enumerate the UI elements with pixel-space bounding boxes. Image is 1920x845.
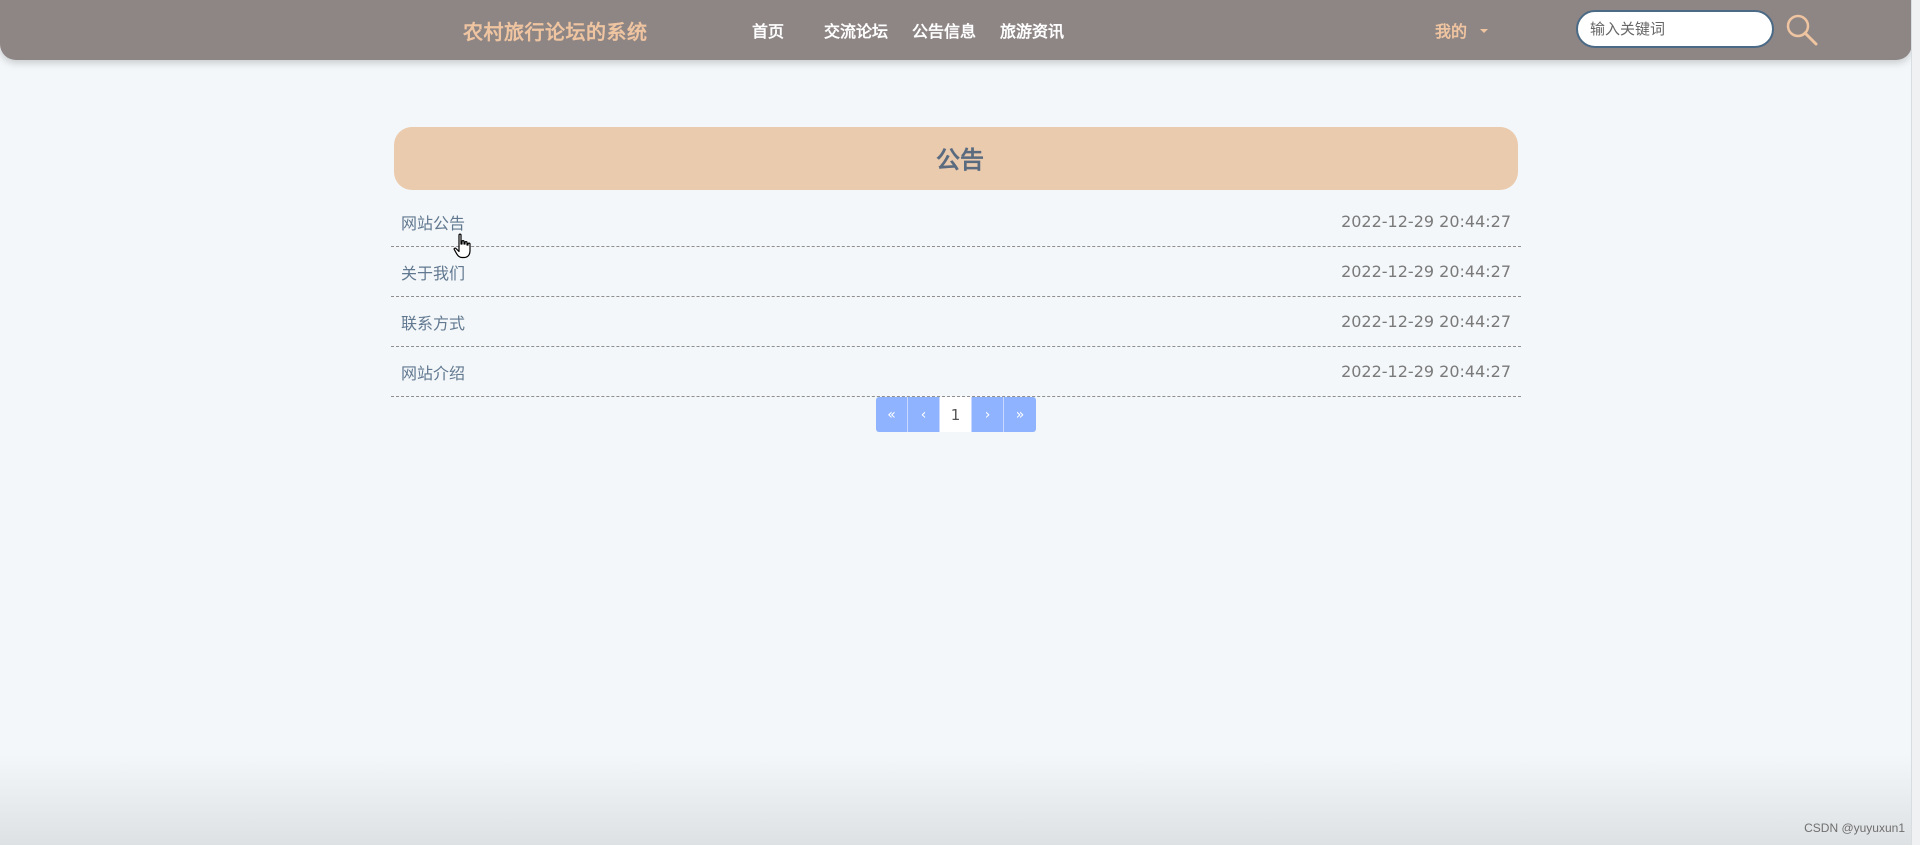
caret-down-icon	[1480, 29, 1489, 33]
notice-time: 2022-12-29 20:44:27	[1341, 362, 1511, 381]
main-nav: 首页 交流论坛 公告信息 旅游资讯	[752, 18, 1064, 42]
notice-title[interactable]: 联系方式	[401, 310, 465, 334]
notice-row[interactable]: 关于我们 2022-12-29 20:44:27	[391, 247, 1521, 297]
page-title: 公告	[936, 146, 984, 174]
notice-title[interactable]: 关于我们	[401, 260, 465, 284]
watermark: CSDN @yuyuxun1	[1804, 821, 1905, 835]
notice-row[interactable]: 网站公告 2022-12-29 20:44:27	[391, 197, 1521, 247]
hand-pointer-icon	[453, 233, 471, 259]
nav-travel-news[interactable]: 旅游资讯	[1000, 18, 1064, 42]
user-menu-label: 我的	[1435, 22, 1468, 41]
user-menu[interactable]: 我的	[1435, 18, 1489, 42]
notice-title[interactable]: 网站公告	[401, 210, 465, 234]
nav-announcements[interactable]: 公告信息	[912, 18, 976, 42]
notice-row[interactable]: 联系方式 2022-12-29 20:44:27	[391, 297, 1521, 347]
notice-time: 2022-12-29 20:44:27	[1341, 212, 1511, 231]
bottom-fade	[0, 755, 1920, 845]
current-page-button[interactable]: 1	[940, 397, 972, 432]
nav-home[interactable]: 首页	[752, 18, 784, 42]
pagination: « ‹ 1 › »	[876, 397, 1036, 432]
notice-list: 网站公告 2022-12-29 20:44:27 关于我们 2022-12-29…	[391, 197, 1521, 397]
search-input[interactable]	[1576, 10, 1774, 48]
notice-row[interactable]: 网站介绍 2022-12-29 20:44:27	[391, 347, 1521, 397]
notice-title[interactable]: 网站介绍	[401, 360, 465, 384]
first-page-button[interactable]: «	[876, 397, 908, 432]
notice-time: 2022-12-29 20:44:27	[1341, 312, 1511, 331]
last-page-button[interactable]: »	[1004, 397, 1036, 432]
top-navbar: 农村旅行论坛的系统 首页 交流论坛 公告信息 旅游资讯 我的	[0, 0, 1912, 60]
next-page-button[interactable]: ›	[972, 397, 1004, 432]
search-icon	[1786, 14, 1818, 46]
site-title[interactable]: 农村旅行论坛的系统	[463, 16, 648, 45]
window-edge	[1911, 0, 1920, 845]
search-button[interactable]	[1784, 12, 1820, 48]
notice-time: 2022-12-29 20:44:27	[1341, 262, 1511, 281]
nav-forum[interactable]: 交流论坛	[824, 18, 888, 42]
previous-page-button[interactable]: ‹	[908, 397, 940, 432]
